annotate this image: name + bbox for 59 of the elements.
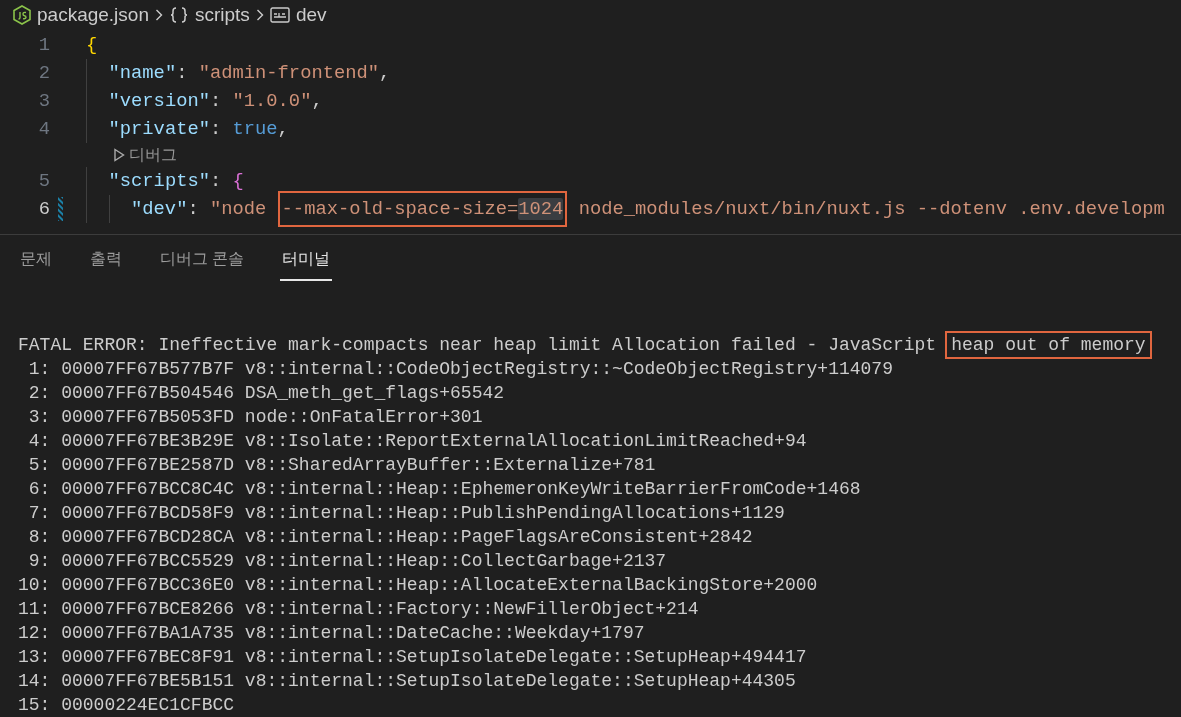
string-icon bbox=[269, 7, 290, 23]
code-text: { bbox=[86, 32, 98, 58]
line-number: 3 bbox=[37, 88, 50, 114]
terminal-line: 13: 00007FF67BEC8F91 v8::internal::SetupIsolateDelegate::SetupHeap+494417 bbox=[18, 646, 807, 669]
code-text: : bbox=[209, 88, 223, 114]
debug-codelens-link[interactable]: 디버그 bbox=[129, 143, 177, 167]
code-text: : bbox=[209, 168, 223, 194]
code-text: true bbox=[232, 116, 278, 142]
panel-tab[interactable]: 출력 bbox=[88, 247, 124, 281]
terminal-line: 5: 00007FF67BE2587D v8::SharedArrayBuffer::Externalize+781 bbox=[27, 454, 656, 477]
play-icon bbox=[113, 148, 125, 162]
code-text: "1.0.0" bbox=[232, 88, 312, 114]
terminal-line: 11: 00007FF67BCE8266 v8::internal::Factory::NewFillerObject+214 bbox=[18, 598, 699, 621]
code-text: 1024 bbox=[518, 197, 564, 220]
code-text: : bbox=[187, 196, 200, 222]
terminal-line: 12: 00007FF67BA1A735 v8::internal::DateCache::Weekday+1797 bbox=[18, 622, 645, 645]
terminal-line: 15: 00000224EC1CFBCC bbox=[18, 694, 235, 717]
code-text: "admin-frontend" bbox=[198, 60, 380, 86]
js-file-icon bbox=[13, 5, 31, 25]
panel-tab[interactable]: 문제 bbox=[18, 247, 54, 281]
terminal-line: 7: 00007FF67BCD58F9 v8::internal::Heap::PublishPendingAllocations+1129 bbox=[27, 502, 785, 525]
line-number: 5 bbox=[37, 168, 50, 194]
code-text: node_modules/nuxt/bin/nuxt.js --dotenv .env.developm bbox=[577, 196, 1165, 222]
code-text: "dev" bbox=[131, 196, 188, 222]
code-text: "node bbox=[209, 196, 268, 222]
terminal-line: 6: 00007FF67BCC8C4C v8::internal::Heap::EphemeronKeyWriteBarrierFromCode+1468 bbox=[27, 478, 861, 501]
chevron-right-icon bbox=[154, 9, 163, 21]
breadcrumb-item[interactable]: dev bbox=[295, 0, 327, 30]
code-text: , bbox=[277, 116, 289, 142]
code-text: "private" bbox=[108, 116, 210, 142]
terminal-line: 2: 00007FF67B504546 DSA_meth_get_flags+65542 bbox=[27, 382, 505, 405]
terminal-line: 9: 00007FF67BCC5529 v8::internal::Heap::CollectGarbage+2137 bbox=[27, 550, 667, 573]
terminal-line: FATAL ERROR: Ineffective mark-compacts near heap limit Allocation failed - JavaScript bbox=[18, 334, 937, 357]
terminal-line: 8: 00007FF67BCD28CA v8::internal::Heap::PageFlagsAreConsistent+2842 bbox=[27, 526, 753, 549]
code-text: : bbox=[209, 116, 223, 142]
breadcrumb-item[interactable]: scripts bbox=[194, 0, 250, 30]
panel-tab[interactable]: 터미널 bbox=[280, 247, 333, 281]
chevron-right-icon bbox=[255, 9, 264, 21]
terminal-line: 3: 00007FF67B5053FD node::OnFatalError+301 bbox=[27, 406, 483, 429]
line-number: 6 bbox=[37, 196, 50, 222]
panel-tab[interactable]: 디버그 콘솔 bbox=[158, 247, 247, 281]
code-text: , bbox=[311, 88, 323, 114]
code-text: "scripts" bbox=[108, 168, 210, 194]
terminal-line: 14: 00007FF67BE5B151 v8::internal::SetupIsolateDelegate::SetupHeap+44305 bbox=[18, 670, 796, 693]
highlighted-terminal-text: heap out of memory bbox=[945, 331, 1152, 359]
terminal-line: 4: 00007FF67BE3B29E v8::Isolate::ReportExternalAllocationLimitReached+94 bbox=[27, 430, 807, 453]
code-text: --max-old-space-size= bbox=[281, 197, 519, 220]
code-text: : bbox=[176, 60, 189, 86]
code-text: "version" bbox=[108, 88, 210, 114]
code-text: { bbox=[232, 168, 244, 194]
braces-icon bbox=[168, 6, 189, 24]
terminal-line: 1: 00007FF67B577B7F v8::internal::CodeObjectRegistry::~CodeObjectRegistry+114079 bbox=[27, 358, 893, 381]
line-number: 2 bbox=[37, 60, 50, 86]
line-number: 1 bbox=[37, 32, 50, 58]
code-text: , bbox=[379, 60, 391, 86]
terminal-line: 10: 00007FF67BCC36E0 v8::internal::Heap::AllocateExternalBackingStore+2000 bbox=[18, 574, 818, 597]
breadcrumb-item[interactable]: package.json bbox=[37, 0, 149, 30]
line-number: 4 bbox=[37, 116, 50, 142]
code-text: "name" bbox=[108, 60, 177, 86]
